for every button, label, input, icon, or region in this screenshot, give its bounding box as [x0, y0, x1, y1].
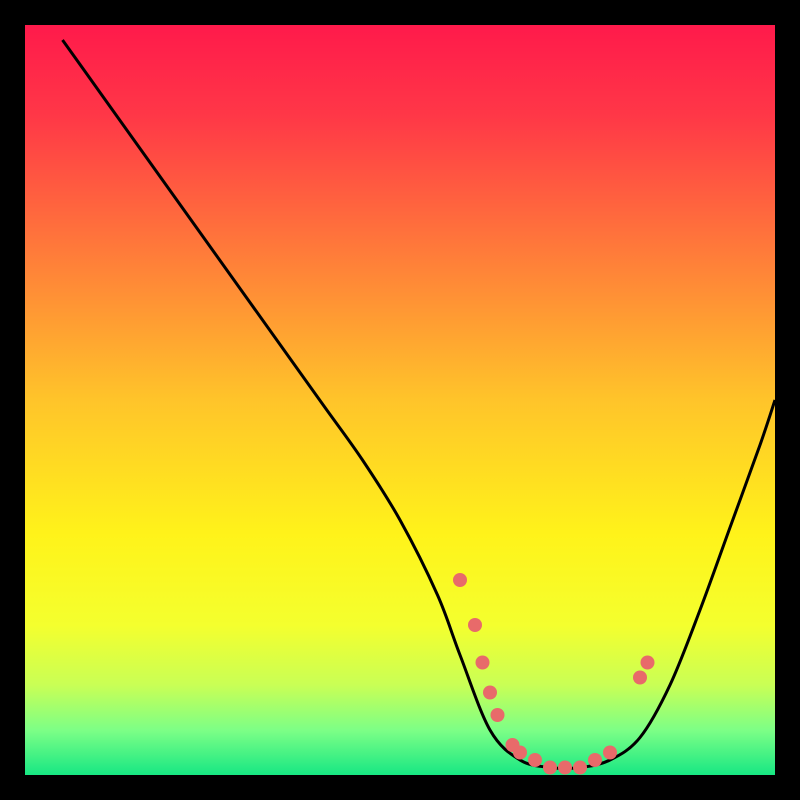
marker-point — [558, 761, 572, 775]
marker-point — [573, 761, 587, 775]
marker-point — [603, 746, 617, 760]
marker-point — [513, 746, 527, 760]
marker-point — [528, 753, 542, 767]
marker-point — [633, 671, 647, 685]
marker-point — [641, 656, 655, 670]
marker-point — [543, 761, 557, 775]
marker-point — [476, 656, 490, 670]
marker-point — [588, 753, 602, 767]
marker-point — [491, 708, 505, 722]
marker-point — [483, 686, 497, 700]
marker-point — [453, 573, 467, 587]
chart-frame: TheBottleneck.com — [25, 25, 775, 775]
bottleneck-chart — [25, 25, 775, 775]
gradient-background — [25, 25, 775, 775]
marker-point — [468, 618, 482, 632]
